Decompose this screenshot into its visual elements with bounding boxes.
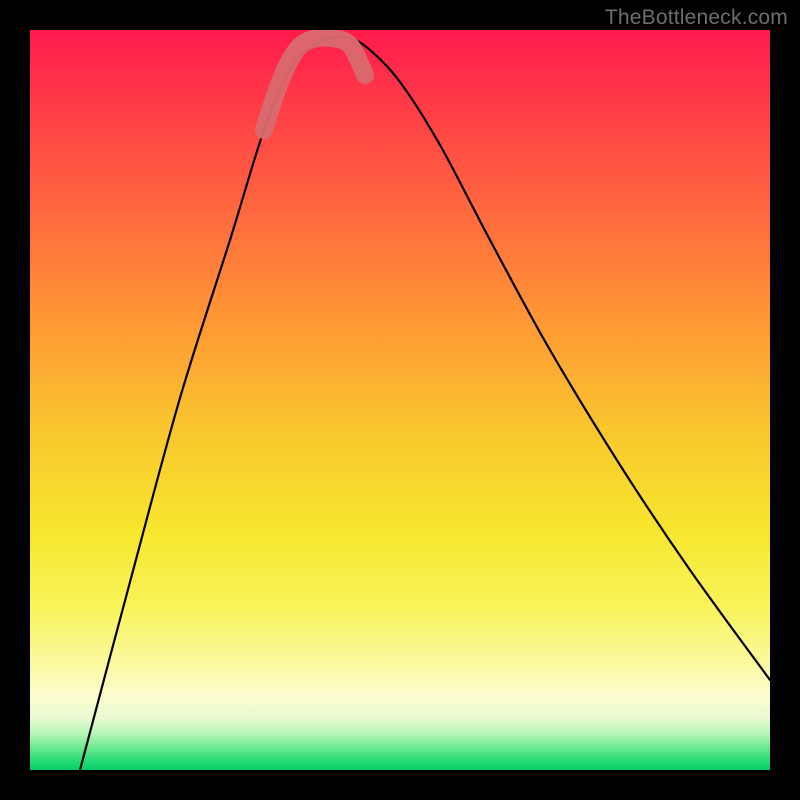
watermark-text: TheBottleneck.com	[605, 6, 788, 30]
chart-svg	[30, 30, 770, 770]
bottleneck-curve-path	[80, 37, 770, 770]
chart-frame	[30, 30, 770, 770]
valley-highlight-path	[264, 38, 365, 130]
